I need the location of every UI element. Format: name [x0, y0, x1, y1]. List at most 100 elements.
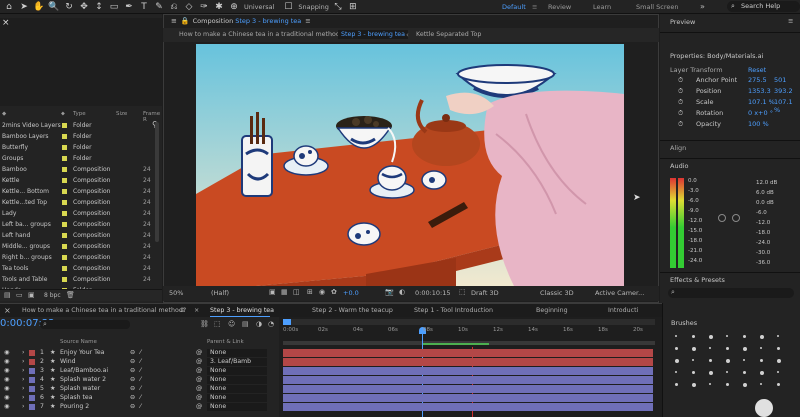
pick-whip-icon[interactable]: @	[196, 358, 202, 365]
audio-header[interactable]: Audio	[670, 162, 688, 170]
project-item[interactable]: Tools and Table Composition 24	[0, 274, 162, 285]
reset-link[interactable]: Reset	[748, 66, 766, 74]
brush-tip[interactable]	[675, 359, 679, 363]
home-icon[interactable]: ⌂	[3, 1, 15, 13]
layer-name[interactable]: Enjoy Your Tea	[60, 349, 104, 356]
label-color-swatch[interactable]	[62, 222, 67, 227]
label-color-swatch[interactable]	[62, 255, 67, 260]
label-color-swatch[interactable]	[62, 145, 67, 150]
brush-tip[interactable]	[726, 335, 728, 337]
property-value-1[interactable]: 107.1 %	[748, 98, 775, 106]
project-item[interactable]: Butterfly Folder	[0, 142, 162, 153]
eye-icon[interactable]: ◉	[4, 394, 9, 401]
label-color-swatch[interactable]	[62, 277, 67, 282]
rectangle-tool-icon[interactable]: ▭	[108, 1, 120, 13]
label-color-swatch[interactable]	[62, 167, 67, 172]
layer-track-bar[interactable]	[283, 367, 653, 375]
brush-tool-icon[interactable]: ✎	[153, 1, 165, 13]
layer-track-bar[interactable]	[283, 376, 653, 384]
layer-track-bar[interactable]	[283, 349, 653, 357]
show-snapshot-icon[interactable]: ◐	[399, 288, 405, 296]
draft-3d-toggle-icon[interactable]: ⬚	[214, 320, 221, 328]
comp-flowchart-icon[interactable]: ⛓	[200, 320, 209, 328]
layer-color-label[interactable]	[29, 404, 35, 410]
graph-editor-icon[interactable]: ◔	[268, 320, 274, 328]
zoom-tool-icon[interactable]: 🔍	[48, 1, 60, 13]
draft-3d-icon[interactable]: ⬚	[459, 288, 466, 296]
interpret-footage-icon[interactable]: ▤	[4, 291, 11, 299]
eye-icon[interactable]: ◉	[4, 403, 9, 410]
project-item[interactable]: Kettle... Bottom Composition 24	[0, 186, 162, 197]
layer-row[interactable]: ◉ › 7 ★ Pouring 2 ⊖ ⁄ @ None	[0, 403, 279, 412]
layer-name[interactable]: Splash tea	[60, 394, 93, 401]
stopwatch-icon[interactable]: ⏱	[678, 120, 683, 129]
brush-tip[interactable]	[726, 383, 729, 386]
snapshot-icon[interactable]: 📷	[385, 288, 394, 296]
parent-dropdown[interactable]: 3. Leaf/Bamb	[207, 358, 267, 366]
project-item[interactable]: Kettle...ted Top Composition 24	[0, 197, 162, 208]
project-item[interactable]: Tea tools Composition 24	[0, 263, 162, 274]
property-value-1[interactable]: 100 %	[748, 120, 769, 128]
brush-tip[interactable]	[743, 383, 747, 387]
layer-color-label[interactable]	[29, 377, 35, 383]
label-color-swatch[interactable]	[62, 178, 67, 183]
puppet-tool-icon[interactable]: ✱	[213, 1, 225, 13]
snap-grid-icon[interactable]: ⊞	[347, 1, 359, 13]
property-value-1[interactable]: 1353.3	[748, 87, 771, 95]
shy-switch-icon[interactable]: ⊖	[130, 367, 135, 374]
layer-color-label[interactable]	[29, 350, 35, 356]
project-item[interactable]: Groups Folder	[0, 153, 162, 164]
workspace-review[interactable]: Review	[548, 3, 571, 11]
frame-blending-icon[interactable]: ▤	[242, 320, 249, 328]
stopwatch-icon[interactable]: ⏱	[678, 76, 683, 85]
parent-dropdown[interactable]: None	[207, 385, 267, 393]
zoom-dropdown[interactable]: 50%	[169, 289, 183, 297]
region-icon[interactable]: ▣	[269, 288, 276, 296]
tab-intro[interactable]: Introducti	[608, 307, 638, 314]
brush-tip[interactable]	[726, 347, 729, 350]
renderer-dropdown[interactable]: Classic 3D	[540, 289, 574, 297]
stopwatch-icon[interactable]: ⏱	[678, 98, 683, 107]
parent-dropdown[interactable]: None	[207, 367, 267, 375]
tab-step3[interactable]: Step 3 - brewing tea	[210, 307, 274, 314]
label-color-swatch[interactable]	[62, 244, 67, 249]
layer-row[interactable]: ◉ › 6 ★ Splash tea ⊖ ⁄ @ None	[0, 394, 279, 403]
snap-options-icon[interactable]: ⤡	[332, 1, 344, 13]
parent-dropdown[interactable]: None	[207, 349, 267, 357]
quality-switch-icon[interactable]: ⁄	[140, 367, 141, 374]
new-comp-icon[interactable]: ▣	[28, 291, 35, 299]
project-item[interactable]: Kettle Composition 24	[0, 175, 162, 186]
quality-switch-icon[interactable]: ⁄	[140, 358, 141, 365]
comp-panel-name[interactable]: Step 3 - brewing tea	[235, 17, 301, 25]
active-camera-dropdown[interactable]: Active Camer...	[595, 289, 644, 297]
mask-icon[interactable]: ◫	[293, 288, 300, 296]
label-color-swatch[interactable]	[62, 211, 67, 216]
layer-name[interactable]: Wind	[60, 358, 76, 365]
hand-tool-icon[interactable]: ✋	[33, 1, 45, 13]
layer-name[interactable]: Leaf/Bamboo.ai	[60, 367, 108, 374]
pick-whip-icon[interactable]: @	[196, 403, 202, 410]
grid-icon[interactable]: ⊞	[307, 288, 313, 296]
panel-close-icon[interactable]: ×	[2, 18, 10, 28]
project-item[interactable]: Left hand Composition 24	[0, 230, 162, 241]
resolution-dropdown[interactable]: (Half)	[211, 289, 229, 297]
expand-icon[interactable]: ›	[22, 385, 24, 392]
project-item[interactable]: Lady Composition 24	[0, 208, 162, 219]
pen-tool-icon[interactable]: ✒	[123, 1, 135, 13]
layer-color-label[interactable]	[29, 386, 35, 392]
layer-track-bar[interactable]	[283, 385, 653, 393]
universal-label[interactable]: Universal	[244, 3, 274, 11]
brush-tip[interactable]	[777, 347, 780, 350]
composition-panel-tab[interactable]: ≡ 🔒 Composition Step 3 - brewing tea ≡	[163, 15, 463, 27]
workspace-menu-icon[interactable]: ≡	[532, 3, 537, 11]
tab-beginning[interactable]: Beginning	[536, 307, 568, 314]
eye-icon[interactable]: ◉	[4, 349, 9, 356]
brush-tip[interactable]	[777, 335, 779, 337]
layer-color-label[interactable]	[29, 368, 35, 374]
label-color-swatch[interactable]	[62, 134, 67, 139]
parent-link-header[interactable]: Parent & Link	[207, 339, 244, 345]
brush-tip[interactable]	[760, 335, 764, 339]
layer-name[interactable]: Splash water	[60, 385, 100, 392]
dolly-tool-icon[interactable]: ↕	[93, 1, 105, 13]
eye-icon[interactable]: ◉	[4, 367, 9, 374]
